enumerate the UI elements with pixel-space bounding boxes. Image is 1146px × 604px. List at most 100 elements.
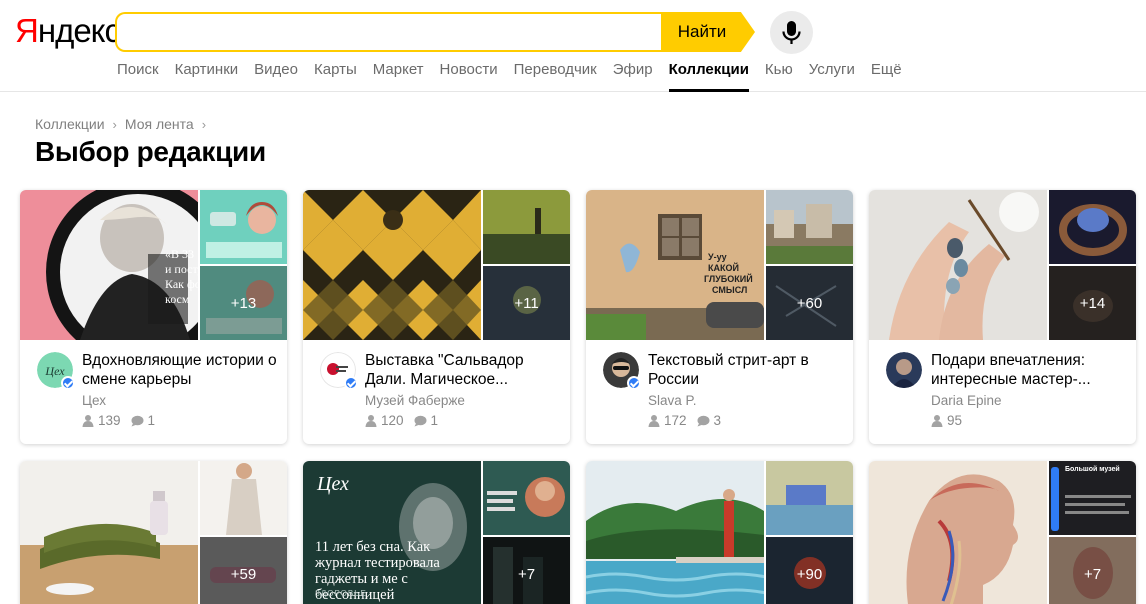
card-title[interactable]: Вдохновляющие истории о смене карьеры [82,351,278,389]
card-title[interactable]: Текстовый стрит-арт в России [648,351,844,389]
nav-images[interactable]: Картинки [175,60,239,92]
card-thumb-image [200,190,287,264]
cover-tag: ЗДОРОВЬЕ [315,589,367,598]
card-info: Подари впечатления: интересные мастер-..… [869,340,1136,444]
subscribers-icon [931,415,943,427]
more-items-count: +90 [766,537,853,604]
card-author[interactable]: Цех [82,393,106,408]
card-thumb-image: Большой музей [1049,461,1136,535]
card-thumb-image [200,461,287,535]
brand-logo: Цех [317,473,349,495]
card-image-mosaic: +90 [586,461,853,604]
card-image-mosaic: «В 33 и посту Как фо косм +13 [20,190,287,340]
card-cover-image: «В 33 и посту Как фо косм [20,190,198,340]
svg-text:КАКОЙ: КАКОЙ [708,262,739,273]
more-items-count: +7 [1049,537,1136,604]
avatar[interactable] [886,352,922,388]
card-image-mosaic: +11 [303,190,570,340]
comments-count: 1 [430,413,439,428]
nav-market[interactable]: Маркет [373,60,424,92]
nav-translate[interactable]: Переводчик [514,60,597,92]
subscribers-count: 95 [947,413,963,428]
card-thumb-image [766,190,853,264]
more-items-count: +59 [200,537,287,604]
yandex-logo[interactable]: Яндекс [15,12,121,50]
card-author[interactable]: Daria Epine [931,393,1002,408]
card-cover-image [586,461,764,604]
collection-card[interactable]: +14 Подари впечатления: интересные масте… [869,190,1136,444]
svg-text:Как фо: Как фо [165,277,198,291]
verified-badge-icon [627,376,641,390]
search-input[interactable] [115,12,663,52]
collection-card[interactable]: +59 [20,461,287,604]
breadcrumb-my-feed[interactable]: Моя лента [125,116,194,132]
card-thumb-image [766,461,853,535]
more-items-count: +11 [483,266,570,340]
voice-search-button[interactable] [770,11,813,54]
comments-icon [414,415,427,426]
svg-text:У-уу: У-уу [708,252,727,262]
subscribers-icon [82,415,94,427]
card-cover-image [869,190,1047,340]
svg-text:и посту: и посту [165,262,198,276]
card-image-mosaic: +14 [869,190,1136,340]
more-items-count: +60 [766,266,853,340]
svg-text:«В 33: «В 33 [165,247,194,261]
comments-icon [131,415,144,426]
breadcrumb: Коллекции › Моя лента › [35,116,214,132]
more-items-count: +14 [1049,266,1136,340]
chevron-right-icon: › [201,116,207,132]
collection-card[interactable]: «В 33 и посту Как фо косм +13 Цех Вдохно… [20,190,287,444]
svg-text:косм: косм [165,292,190,306]
card-cover-image [20,461,198,604]
chevron-right-icon: › [112,116,117,132]
card-cover-image: Цех 11 лет без сна. Как журнал тестирова… [303,461,481,604]
nav-maps[interactable]: Карты [314,60,357,92]
subscribers-count: 139 [98,413,121,428]
search-services-nav: Поиск Картинки Видео Карты Маркет Новост… [117,60,918,92]
card-info: Текстовый стрит-арт в России Slava P. 17… [586,340,853,444]
card-author[interactable]: Музей Фаберже [365,393,465,408]
comments-icon [697,415,710,426]
collection-card[interactable]: У-уу КАКОЙ ГЛУБОКИЙ СМЫСЛ +60 Текстовый … [586,190,853,444]
card-thumb-image [1049,190,1136,264]
card-cover-image: У-уу КАКОЙ ГЛУБОКИЙ СМЫСЛ [586,190,764,340]
nav-news[interactable]: Новости [440,60,498,92]
collection-card[interactable]: +11 Выставка "Сальвадор Дали. Магическое… [303,190,570,444]
card-thumb-image [483,190,570,264]
collection-card[interactable]: +90 [586,461,853,604]
collection-card[interactable]: Большой музей +7 [869,461,1136,604]
search-bar: Найти [115,12,755,52]
nav-search[interactable]: Поиск [117,60,159,92]
comments-count: 3 [713,413,722,428]
verified-badge-icon [61,376,75,390]
svg-text:Цех: Цех [44,364,65,378]
card-title[interactable]: Подари впечатления: интересные мастер-..… [931,351,1127,389]
card-stats: 139 1 [82,413,155,428]
search-button[interactable]: Найти [661,12,755,52]
card-cover-image [303,190,481,340]
card-stats: 120 1 [365,413,438,428]
nav-video[interactable]: Видео [254,60,298,92]
subscribers-icon [648,415,660,427]
verified-badge-icon [344,376,358,390]
microphone-icon [782,21,801,44]
svg-text:СМЫСЛ: СМЫСЛ [712,285,747,295]
nav-q[interactable]: Кью [765,60,793,92]
card-image-mosaic: У-уу КАКОЙ ГЛУБОКИЙ СМЫСЛ +60 [586,190,853,340]
collection-card[interactable]: Цех 11 лет без сна. Как журнал тестирова… [303,461,570,604]
card-info: Цех Вдохновляющие истории о смене карьер… [20,340,287,444]
subscribers-count: 172 [664,413,687,428]
breadcrumb-collections[interactable]: Коллекции [35,116,105,132]
nav-services[interactable]: Услуги [809,60,855,92]
card-title[interactable]: Выставка "Сальвадор Дали. Магическое... [365,351,561,389]
card-image-mosaic: Цех 11 лет без сна. Как журнал тестирова… [303,461,570,604]
page-title: Выбор редакции [35,136,266,167]
svg-text:ГЛУБОКИЙ: ГЛУБОКИЙ [704,273,753,284]
nav-collections[interactable]: Коллекции [668,60,750,92]
card-image-mosaic: +59 [20,461,287,604]
nav-more[interactable]: Ещё [871,60,902,92]
card-info: Выставка "Сальвадор Дали. Магическое... … [303,340,570,444]
nav-efir[interactable]: Эфир [613,60,653,92]
card-author[interactable]: Slava P. [648,393,697,408]
